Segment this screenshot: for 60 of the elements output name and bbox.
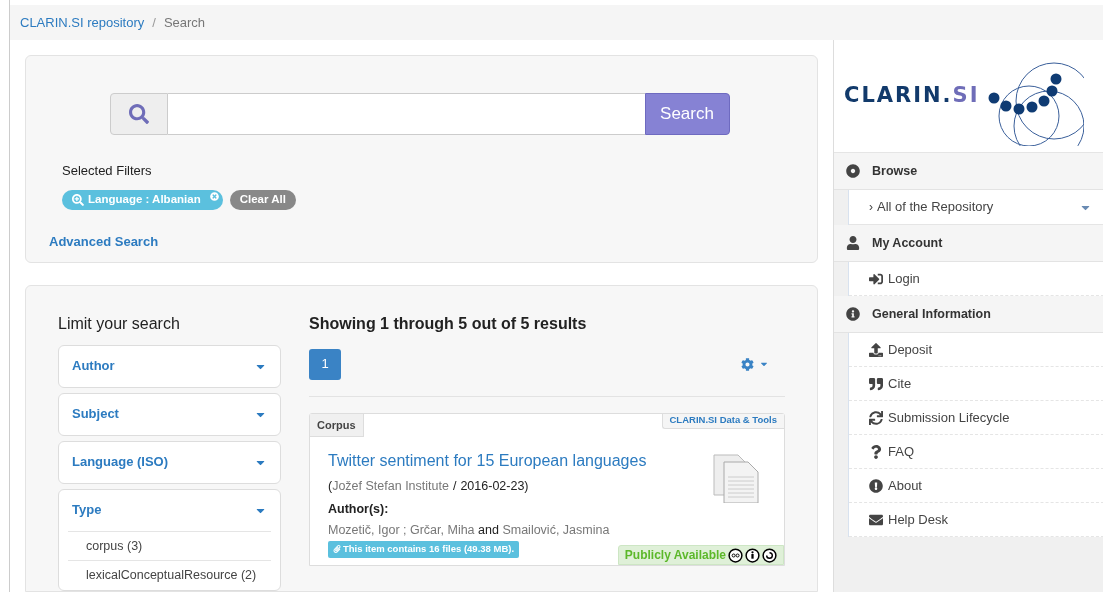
search-icon [128,104,149,124]
envelope-icon [869,512,883,527]
facets-title: Limit your search [58,313,181,334]
filters-title: Selected Filters [62,162,152,180]
sidebar-item[interactable]: FAQ [849,435,1103,469]
punctuation: ) [524,478,529,495]
facet-toggle[interactable]: Author [68,345,271,387]
sidebar-item[interactable]: Cite [849,367,1103,401]
logo-text: CLARIN.SI [844,82,980,110]
question-icon [869,444,883,459]
result-title[interactable]: Twitter sentiment for 15 European languages [328,449,647,473]
breadcrumb-link[interactable]: CLARIN.SI repository [20,12,145,33]
publisher-text: Jožef Stefan Institute [332,478,449,495]
facet-toggle[interactable]: Language (ISO) [68,441,271,483]
search-field[interactable] [167,93,645,135]
settings-dropdown[interactable] [741,357,769,371]
advanced-search-link[interactable]: Advanced Search [49,231,159,251]
zoom-in-icon [72,193,84,206]
facet-toggle[interactable]: Type [68,489,271,531]
paperclip-icon [333,545,341,554]
info-icon [846,307,860,321]
punctuation: ( [328,478,333,495]
clear-all-button[interactable]: Clear All [229,189,296,210]
upload-icon [869,342,883,357]
type-label: Corpus [310,413,364,437]
availability-badge: Publicly Available [617,545,784,566]
sidebar-item[interactable]: Submission Lifecycle [849,401,1103,435]
search-button[interactable]: Search [644,93,730,135]
authors-label: Author(s): [328,500,389,518]
sidebar-heading: Browse [872,162,918,180]
sidebar-item[interactable]: About [849,469,1103,503]
page-button[interactable]: 1 [309,348,341,380]
sidebar-heading: General Information [872,305,991,323]
sidebar-item[interactable]: Help Desk [849,503,1103,537]
facet-item[interactable]: lexicalConceptualResource (2) [68,560,271,590]
results-summary: Showing 1 through 5 out of 5 results [309,313,587,334]
facet-item[interactable]: corpus (3) [68,530,271,561]
cc-license-icon [728,547,743,563]
user-icon [846,236,860,250]
documents-icon [712,453,762,503]
sidebar-heading: My Account [872,234,943,252]
exclamation-icon [869,478,883,493]
facet-toggle[interactable]: Subject [68,393,271,435]
quote-icon [869,376,883,391]
authors-text: Mozetič, Igor ; Grčar, Miha and Smailović, Jasmina [328,521,610,539]
date-text: 2016-02-23 [460,478,525,495]
sidebar-item-label: All of the Repository [877,198,994,217]
collection-label[interactable]: CLARIN.SI Data & Tools [661,413,784,429]
breadcrumb-current: Search [163,13,206,32]
settings-icon [741,357,754,371]
share-alike-icon [762,547,777,563]
target-icon [846,164,860,178]
sidebar-item[interactable]: Deposit [849,333,1103,367]
punctuation: / [452,478,457,495]
breadcrumb-separator: / [152,13,156,32]
chevron-marker: › [869,199,873,216]
remove-icon[interactable] [209,191,219,201]
refresh-icon [869,410,883,425]
attribution-icon [745,547,760,563]
sign-in-icon [869,271,883,286]
